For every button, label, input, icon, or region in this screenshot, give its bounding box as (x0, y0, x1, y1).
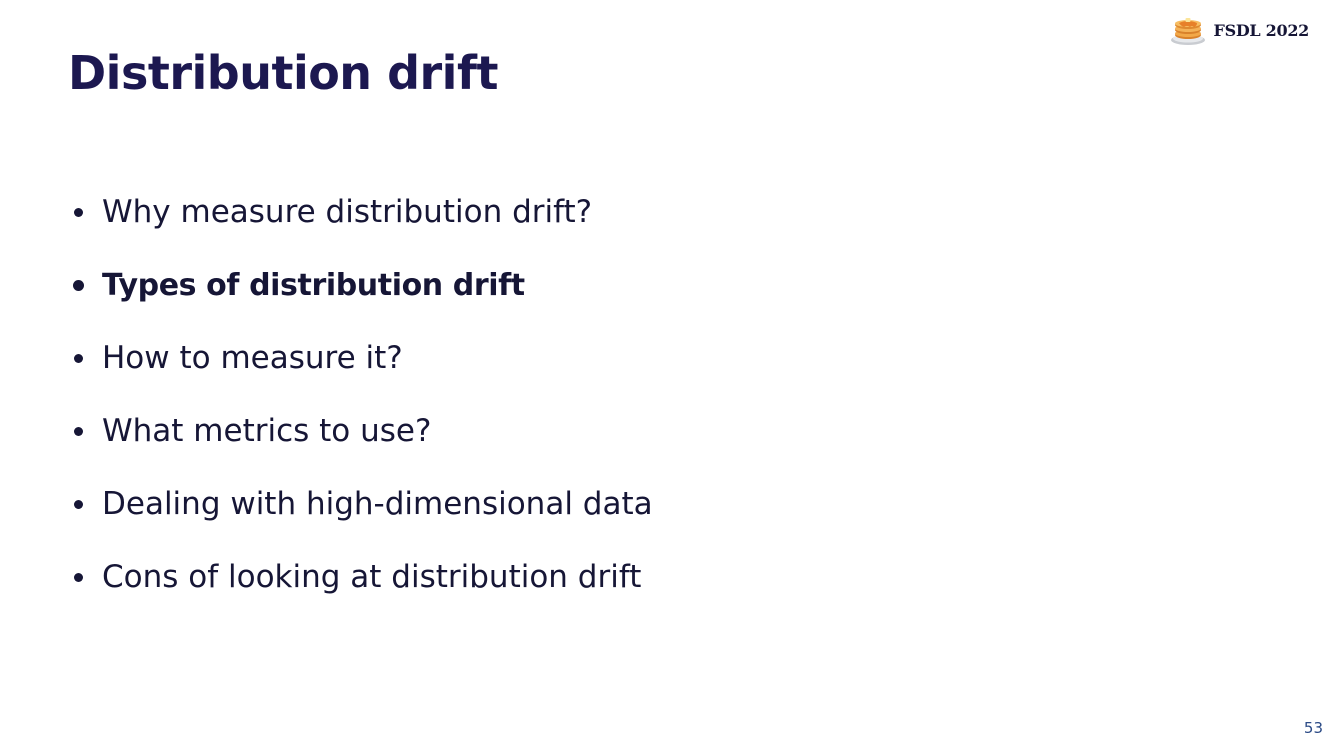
bullet-item: How to measure it? (68, 336, 653, 380)
brand-text: FSDL 2022 (1213, 20, 1310, 40)
bullet-text: What metrics to use? (102, 413, 432, 449)
bullet-dot (74, 207, 83, 217)
bullet-dot (74, 499, 83, 509)
slide-title: Distribution drift (68, 46, 498, 100)
bullet-item: Why measure distribution drift? (68, 190, 653, 234)
bullet-item-active: Types of distribution drift (68, 263, 653, 307)
bullet-dot (74, 572, 83, 582)
bullet-list: Why measure distribution drift? Types of… (68, 190, 653, 628)
pancake-stack-icon (1170, 14, 1206, 46)
bullet-item: Cons of looking at distribution drift (68, 555, 653, 599)
bullet-text: Dealing with high-dimensional data (102, 486, 653, 522)
bullet-text: How to measure it? (102, 340, 403, 376)
bullet-text: Why measure distribution drift? (102, 194, 593, 230)
page-number: 53 (1303, 719, 1323, 737)
bullet-text: Types of distribution drift (102, 267, 525, 303)
bullet-item: Dealing with high-dimensional data (68, 482, 653, 526)
bullet-dot (74, 353, 83, 363)
bullet-dot (74, 426, 83, 436)
slide: FSDL 2022 Distribution drift Why measure… (0, 0, 1333, 750)
brand-header: FSDL 2022 (1170, 14, 1309, 46)
bullet-item: What metrics to use? (68, 409, 653, 453)
bullet-dot (73, 279, 84, 291)
bullet-text: Cons of looking at distribution drift (102, 559, 642, 595)
